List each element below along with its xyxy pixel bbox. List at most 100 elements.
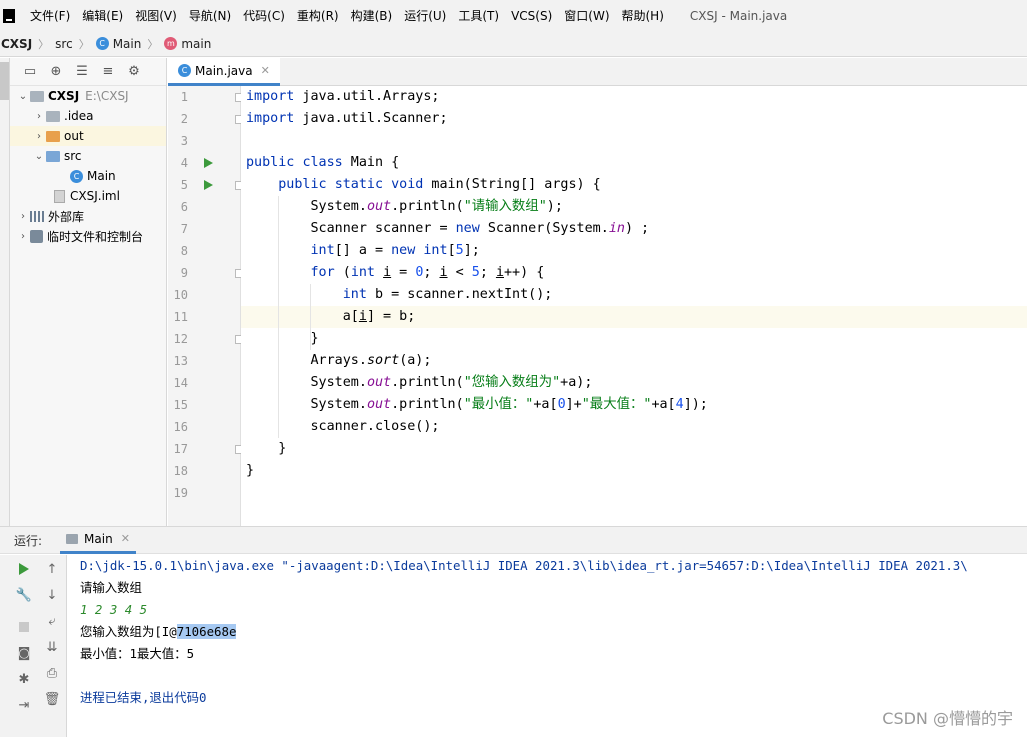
code-token: ]+: [565, 397, 582, 412]
menu-window[interactable]: 窗口(W): [558, 7, 615, 24]
code-token: out: [366, 397, 392, 412]
chevron-right-icon[interactable]: ›: [16, 211, 30, 222]
menu-navigate[interactable]: 导航(N): [183, 7, 237, 24]
code-token: .println(: [391, 375, 464, 390]
menu-view[interactable]: 视图(V): [129, 7, 183, 24]
project-tool-tab[interactable]: [0, 62, 9, 100]
chevron-down-icon[interactable]: ⌄: [16, 91, 30, 102]
project-toolbar: ▭ ⊕ ☰ ≡ ⚙: [10, 58, 166, 86]
menu-run[interactable]: 运行(U): [398, 7, 452, 24]
code-line: Arrays.sort(a);: [246, 350, 432, 372]
breadcrumb-project[interactable]: CXSJ: [1, 37, 32, 51]
tree-item-root[interactable]: ⌄ CXSJ E:\CXSJ: [10, 86, 166, 106]
code-token: ;: [479, 265, 496, 280]
chevron-down-icon[interactable]: ⌄: [32, 151, 46, 162]
run-panel-header: 运行: Main ✕: [0, 526, 1027, 554]
tree-root-label: CXSJ: [48, 89, 80, 103]
line-number: 16: [173, 420, 188, 434]
menu-code[interactable]: 代码(C): [237, 7, 291, 24]
code-token: 5: [455, 243, 464, 258]
tree-root-path: E:\CXSJ: [85, 89, 129, 103]
close-icon[interactable]: ✕: [261, 64, 270, 77]
console-input-line: 1 2 3 4 5: [80, 602, 148, 617]
run-method-icon[interactable]: [204, 180, 213, 190]
tree-item-iml[interactable]: CXSJ.iml: [10, 186, 166, 206]
breadcrumb-method[interactable]: m main: [164, 37, 211, 51]
tree-out-label: out: [64, 129, 84, 143]
code-token: java.util.Arrays;: [294, 89, 440, 104]
rerun-icon[interactable]: [16, 561, 32, 577]
code-token: .println(: [391, 199, 464, 214]
wrench-icon[interactable]: 🔧: [16, 587, 32, 603]
code-token: Scanner(System.: [479, 221, 609, 236]
line-number: 6: [180, 200, 188, 214]
collapse-all-icon[interactable]: ≡: [100, 64, 116, 80]
code-token: for: [310, 265, 335, 280]
menu-file[interactable]: 文件(F): [24, 7, 76, 24]
console-exit-line: 进程已结束,退出代码0: [80, 690, 207, 705]
source-folder-icon: [46, 150, 60, 162]
code-token: (a);: [399, 353, 432, 368]
menu-help[interactable]: 帮助(H): [616, 7, 670, 24]
chevron-right-icon[interactable]: ›: [32, 131, 46, 142]
arrow-down-icon[interactable]: ↓: [44, 587, 60, 603]
view-mode-icon[interactable]: ▭: [22, 64, 38, 80]
code-token: "您输入数组为": [463, 375, 561, 390]
tree-item-scratches[interactable]: › 临时文件和控制台: [10, 226, 166, 246]
arrow-up-icon[interactable]: ↑: [44, 561, 60, 577]
intellij-logo-icon[interactable]: [3, 8, 15, 23]
code-line: }: [246, 328, 319, 350]
print-icon[interactable]: ⎙: [44, 665, 60, 681]
menu-refactor[interactable]: 重构(R): [291, 7, 345, 24]
chevron-right-icon[interactable]: ›: [16, 231, 30, 242]
code-token: ++) {: [504, 265, 545, 280]
left-tool-strip: [0, 58, 10, 526]
code-editor[interactable]: import java.util.Arrays; import java.uti…: [241, 86, 1027, 526]
gear-icon[interactable]: ⚙: [126, 64, 142, 80]
close-icon[interactable]: ✕: [121, 532, 130, 545]
menu-build[interactable]: 构建(B): [345, 7, 399, 24]
breadcrumb-class[interactable]: C Main: [95, 37, 141, 51]
exit-icon[interactable]: ⇥: [16, 697, 32, 713]
soft-wrap-icon[interactable]: ⤶: [44, 613, 60, 629]
chevron-right-icon: 〉: [147, 37, 159, 51]
code-token: }: [278, 441, 287, 456]
stop-icon[interactable]: [16, 619, 32, 635]
expand-all-icon[interactable]: ☰: [74, 64, 90, 80]
tab-main-java[interactable]: C Main.java ✕: [168, 58, 280, 86]
tree-item-src[interactable]: ⌄ src: [10, 146, 166, 166]
code-token: class: [302, 155, 343, 170]
code-token: import: [246, 111, 295, 126]
code-token: .println(: [391, 397, 464, 412]
console-command-line: D:\jdk-15.0.1\bin\java.exe "-javaagent:D…: [80, 558, 968, 573]
run-class-icon[interactable]: [204, 158, 213, 168]
camera-icon[interactable]: ◙: [16, 645, 32, 661]
locate-icon[interactable]: ⊕: [48, 64, 64, 80]
tab-main-label: Main.java: [195, 63, 253, 78]
tree-item-out[interactable]: › out: [10, 126, 166, 146]
tree-external-libs-label: 外部库: [48, 209, 85, 224]
code-line: System.out.println("您输入数组为"+a);: [246, 372, 593, 394]
menu-edit[interactable]: 编辑(E): [76, 7, 129, 24]
code-line: }: [246, 438, 286, 460]
code-line: int[] a = new int[5];: [246, 240, 480, 262]
tree-item-external-libs[interactable]: › 外部库: [10, 206, 166, 226]
breadcrumb-src[interactable]: src: [55, 37, 73, 51]
bug-icon[interactable]: ✱: [16, 671, 32, 687]
code-token: int: [350, 265, 375, 280]
line-number: 11: [173, 310, 188, 324]
code-token: public: [246, 155, 295, 170]
run-tab-main[interactable]: Main ✕: [60, 526, 136, 554]
code-token: out: [366, 375, 392, 390]
tree-item-idea[interactable]: › .idea: [10, 106, 166, 126]
editor-gutter[interactable]: 1 2 3 4 5 6 7 8 9 10 11 12 13 14 15 16 1…: [168, 86, 244, 526]
trash-icon[interactable]: 🗑: [44, 691, 61, 707]
tree-item-main[interactable]: C Main: [10, 166, 166, 186]
code-token: System.: [310, 375, 367, 390]
scroll-to-end-icon[interactable]: ⇊: [44, 639, 60, 655]
code-token: 5: [471, 265, 480, 280]
menu-vcs[interactable]: VCS(S): [505, 9, 558, 23]
menu-tools[interactable]: 工具(T): [452, 7, 505, 24]
code-line: public static void main(String[] args) {: [246, 174, 601, 196]
chevron-right-icon[interactable]: ›: [32, 111, 46, 122]
